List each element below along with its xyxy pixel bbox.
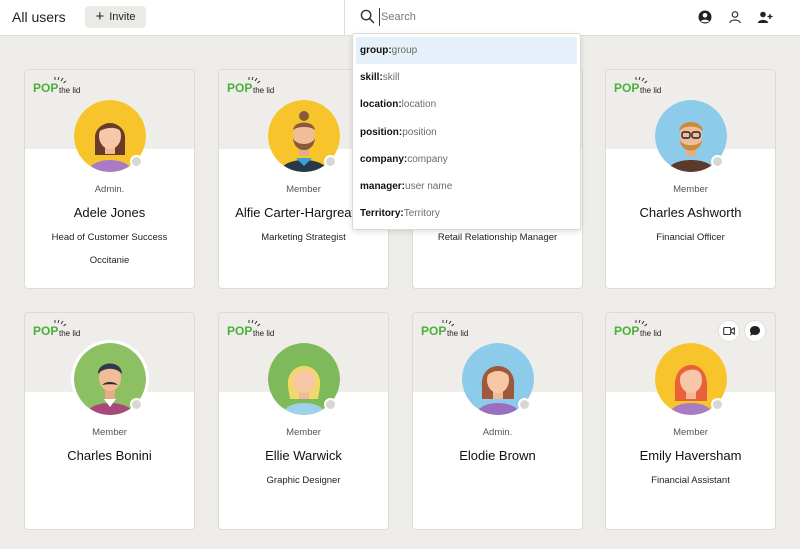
user-card[interactable]: POP the lid Admin. Adele Jones Head of C… xyxy=(24,69,195,289)
status-dot xyxy=(711,398,724,411)
svg-text:the lid: the lid xyxy=(447,329,468,338)
chat-button[interactable] xyxy=(744,320,766,342)
video-camera-icon xyxy=(723,326,735,336)
user-role: Member xyxy=(286,427,321,438)
avatar xyxy=(71,340,149,418)
avatar xyxy=(462,343,534,415)
search-input[interactable] xyxy=(379,8,679,26)
user-card[interactable]: POP the lid Member Emily Haversham Finan… xyxy=(605,312,776,530)
user-name[interactable]: Adele Jones xyxy=(25,205,194,220)
avatar xyxy=(268,100,340,172)
avatar xyxy=(655,343,727,415)
search-suggestions-dropdown: group: group skill: skill location: locatio… xyxy=(352,33,581,230)
user-card[interactable]: POP the lid Admin. Elodie Brown xyxy=(412,312,583,530)
user-card[interactable]: POP the lid Member Charles Ashworth Fina… xyxy=(605,69,776,289)
svg-text:POP: POP xyxy=(421,324,446,338)
user-role: Member xyxy=(673,184,708,195)
svg-text:POP: POP xyxy=(227,324,252,338)
suggestion-group[interactable]: group: group xyxy=(356,37,577,65)
status-dot xyxy=(518,398,531,411)
company-logo: POP the lid xyxy=(227,76,274,95)
avatar xyxy=(268,343,340,415)
suggestion-company[interactable]: company: company xyxy=(356,146,577,173)
video-call-button[interactable] xyxy=(718,320,740,342)
user-title: Head of Customer Success xyxy=(51,232,168,243)
header-divider xyxy=(344,0,345,36)
svg-text:the lid: the lid xyxy=(253,86,274,95)
svg-text:POP: POP xyxy=(614,81,639,95)
avatar xyxy=(655,100,727,172)
user-title: Financial Officer xyxy=(656,232,725,243)
user-title: Retail Relationship Manager xyxy=(437,232,558,243)
suggestion-manager[interactable]: manager: user name xyxy=(356,173,577,200)
user-location: Occitanie xyxy=(89,255,130,266)
svg-text:the lid: the lid xyxy=(59,86,80,95)
chat-bubble-icon xyxy=(750,326,760,336)
svg-text:POP: POP xyxy=(33,324,58,338)
suggestion-skill[interactable]: skill: skill xyxy=(356,64,577,91)
status-dot xyxy=(130,155,143,168)
status-dot xyxy=(324,398,337,411)
user-card[interactable]: POP the lid Member Charles Bonini xyxy=(24,312,195,530)
svg-text:the lid: the lid xyxy=(253,329,274,338)
user-title: Graphic Designer xyxy=(266,475,341,486)
user-name[interactable]: Ellie Warwick xyxy=(219,448,388,463)
account-circle-icon[interactable] xyxy=(697,9,713,25)
user-title: Financial Assistant xyxy=(651,475,730,486)
avatar xyxy=(74,100,146,172)
user-title: Marketing Strategist xyxy=(261,232,346,243)
svg-text:POP: POP xyxy=(614,324,639,338)
company-logo: POP the lid xyxy=(421,319,468,338)
company-logo: POP the lid xyxy=(227,319,274,338)
user-role: Admin. xyxy=(94,184,125,195)
svg-text:POP: POP xyxy=(33,81,58,95)
svg-text:the lid: the lid xyxy=(640,329,661,338)
svg-text:the lid: the lid xyxy=(59,329,80,338)
user-name[interactable]: Charles Ashworth xyxy=(606,205,775,220)
user-role: Member xyxy=(673,427,708,438)
company-logo: POP the lid xyxy=(614,76,661,95)
user-card[interactable]: POP the lid Member Ellie Warwick Graphic… xyxy=(218,312,389,530)
user-outline-icon[interactable] xyxy=(727,9,743,25)
company-logo: POP the lid xyxy=(614,319,661,338)
page-title: All users xyxy=(12,9,66,25)
top-bar: All users + Invite xyxy=(0,0,800,36)
svg-text:POP: POP xyxy=(227,81,252,95)
user-role: Member xyxy=(92,427,127,438)
user-name[interactable]: Charles Bonini xyxy=(25,448,194,463)
status-dot xyxy=(130,398,143,411)
status-dot xyxy=(711,155,724,168)
company-logo: POP the lid xyxy=(33,76,80,95)
search-icon xyxy=(360,9,375,24)
plus-icon: + xyxy=(95,8,105,25)
suggestion-location[interactable]: location: location xyxy=(356,91,577,118)
invite-label: Invite xyxy=(109,11,136,23)
svg-text:the lid: the lid xyxy=(640,86,661,95)
company-logo: POP the lid xyxy=(33,319,80,338)
user-name[interactable]: Elodie Brown xyxy=(413,448,582,463)
add-user-icon[interactable] xyxy=(757,9,773,25)
status-dot xyxy=(324,155,337,168)
suggestion-position[interactable]: position: position xyxy=(356,119,577,146)
suggestion-territory[interactable]: Territory: Territory xyxy=(356,200,577,227)
user-name[interactable]: Emily Haversham xyxy=(606,448,775,463)
invite-button[interactable]: + Invite xyxy=(85,6,146,28)
user-role: Admin. xyxy=(482,427,513,438)
